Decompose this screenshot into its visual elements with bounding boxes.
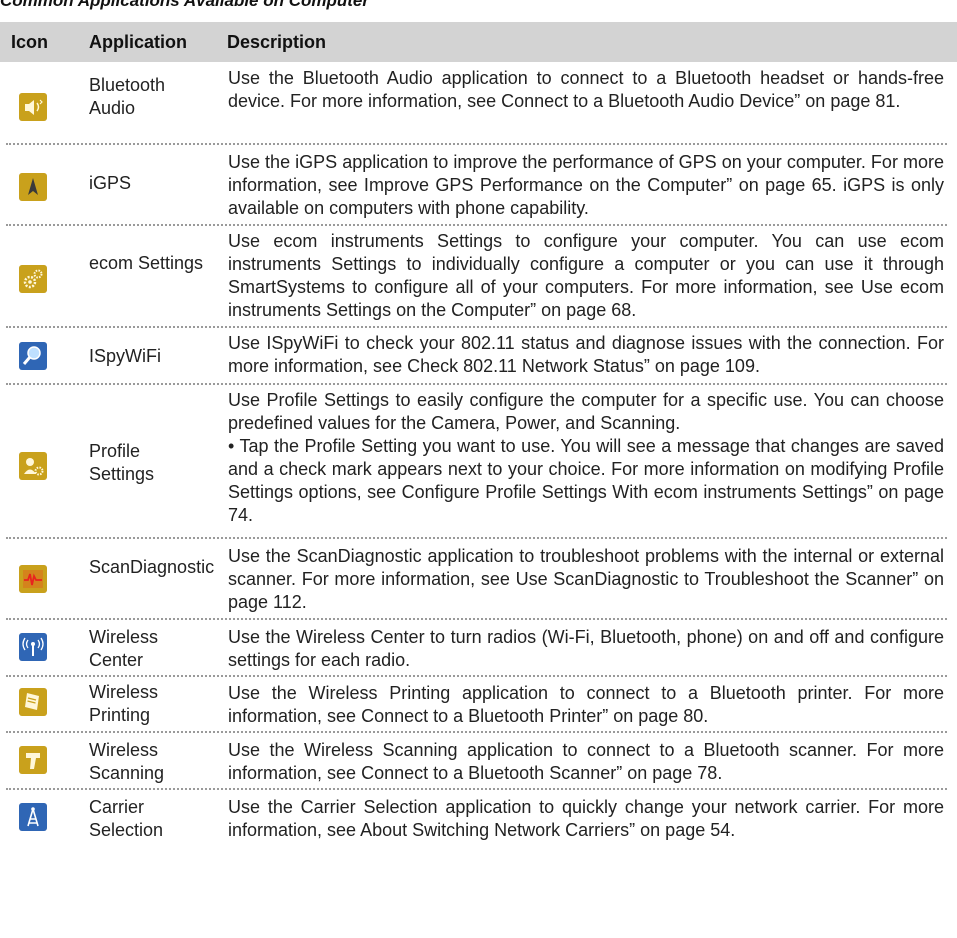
header-application-label: Application (89, 32, 187, 52)
table-row: ScanDiagnostic Use the ScanDiagnostic ap… (0, 539, 957, 620)
app-description-text: Use Profile Settings to easily configure… (228, 390, 944, 433)
table-row: Wireless Printing Use the Wireless Print… (0, 677, 957, 733)
header-icon-label: Icon (11, 32, 49, 52)
app-description-bullet: • Tap the Profile Setting you want to us… (228, 436, 944, 525)
magnifier-wifi-icon (19, 342, 47, 370)
table-row: Wireless Scanning Use the Wireless Scann… (0, 733, 957, 790)
app-description: Use the Bluetooth Audio application to c… (228, 68, 944, 111)
app-name: ecom Settings (89, 253, 204, 273)
wireless-antenna-icon (19, 633, 47, 661)
profile-settings-icon (19, 452, 47, 480)
app-description: Use the Wireless Printing application to… (228, 683, 944, 726)
app-name: Profile Settings (89, 441, 155, 484)
app-name: ScanDiagnostic (89, 557, 215, 577)
app-description: Use the Carrier Selection application to… (228, 797, 944, 840)
app-name: Wireless Scanning (89, 740, 165, 783)
table-row: Bluetooth Audio Use the Bluetooth Audio … (0, 64, 957, 145)
gears-icon (19, 265, 47, 293)
table-row: Profile Settings Use Profile Settings to… (0, 385, 957, 539)
scanner-icon (19, 746, 47, 774)
table-row: Carrier Selection Use the Carrier Select… (0, 790, 957, 850)
app-name: Bluetooth Audio (89, 75, 166, 118)
app-description: Use ISpyWiFi to check your 802.11 status… (228, 333, 944, 376)
printer-icon (19, 688, 47, 716)
table-row: ecom Settings Use ecom instruments Setti… (0, 226, 957, 328)
app-name: ISpyWiFi (89, 346, 161, 366)
app-description: Use ecom instruments Settings to configu… (228, 231, 944, 320)
scan-diagnostic-icon (19, 565, 47, 593)
table-header: Icon Application Description (0, 22, 957, 62)
app-name: Carrier Selection (89, 797, 164, 840)
app-name: iGPS (89, 173, 132, 193)
cell-tower-icon (19, 803, 47, 831)
table-caption: Common Applications Available on Compute… (0, 0, 369, 10)
gps-arrow-icon (19, 173, 47, 201)
app-name: Wireless Printing (89, 682, 159, 725)
app-description: Use the Wireless Center to turn radios (… (228, 627, 944, 670)
app-description: Use the iGPS application to improve the … (228, 152, 944, 218)
table-row: ISpyWiFi Use ISpyWiFi to check your 802.… (0, 328, 957, 385)
table-row: iGPS Use the iGPS application to improve… (0, 145, 957, 226)
header-description-label: Description (227, 32, 327, 52)
app-name: Wireless Center (89, 627, 159, 670)
speaker-bluetooth-icon (19, 93, 47, 121)
table-row: Wireless Center Use the Wireless Center … (0, 620, 957, 677)
app-description: Use the Wireless Scanning application to… (228, 740, 944, 783)
app-description: Use the ScanDiagnostic application to tr… (228, 546, 944, 612)
app-description: Use Profile Settings to easily configure… (228, 389, 944, 527)
